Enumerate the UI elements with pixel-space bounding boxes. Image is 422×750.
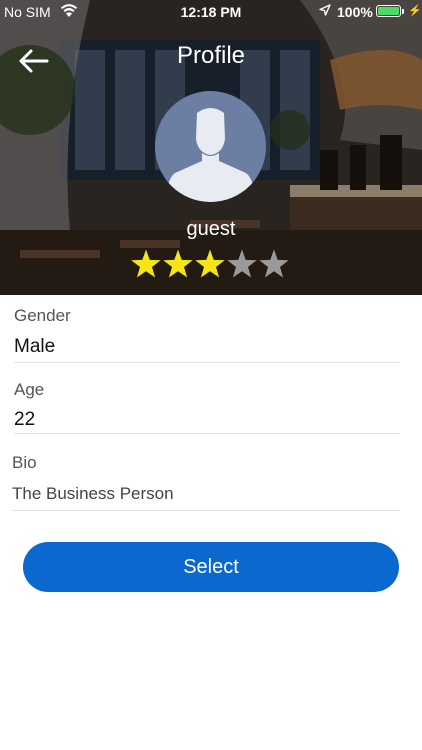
bio-value: The Business Person <box>12 484 174 503</box>
star-empty-icon <box>259 249 289 278</box>
battery-icon <box>376 5 401 17</box>
star-filled-icon <box>163 249 193 278</box>
gender-value: Male <box>14 336 56 357</box>
avatar[interactable] <box>155 91 266 202</box>
age-value: 22 <box>14 409 36 430</box>
profile-header: No SIM 12:18 PM 100% ⚡ Profile guest <box>0 0 422 295</box>
bio-label: Bio <box>12 453 37 472</box>
divider <box>14 362 400 363</box>
location-arrow-icon <box>319 4 331 16</box>
divider <box>12 510 400 511</box>
star-filled-icon <box>131 249 161 278</box>
profile-screen: No SIM 12:18 PM 100% ⚡ Profile guest Gen… <box>0 0 422 750</box>
age-label: Age <box>14 380 45 399</box>
status-bar: No SIM 12:18 PM 100% ⚡ <box>0 0 422 24</box>
gender-label: Gender <box>14 306 71 325</box>
charging-bolt-icon: ⚡ <box>408 5 422 17</box>
divider <box>14 433 400 434</box>
battery-percent: 100% <box>337 4 373 20</box>
username: guest <box>186 218 236 240</box>
star-empty-icon <box>227 249 257 278</box>
star-filled-icon <box>195 249 225 278</box>
page-title: Profile <box>176 42 246 69</box>
star-rating <box>131 249 289 278</box>
select-button[interactable]: Select <box>23 542 399 592</box>
user-silhouette-icon <box>165 108 256 202</box>
